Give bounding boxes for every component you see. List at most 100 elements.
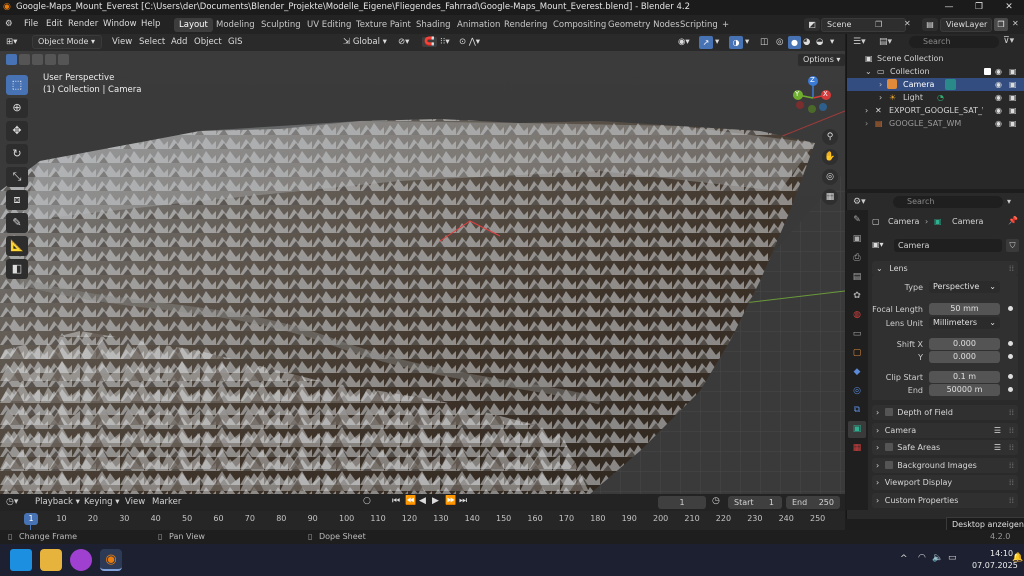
outliner-display-mode-icon[interactable]: ▤▾ bbox=[879, 37, 892, 47]
texture-tab-icon[interactable]: ▦ bbox=[848, 440, 866, 457]
xray-toggle-icon[interactable]: ◫ bbox=[760, 37, 768, 47]
shading-wireframe-icon[interactable]: ◎ bbox=[776, 37, 783, 47]
outliner-row-light[interactable]: › ☀ Light ◔ ◉ ▣ bbox=[847, 91, 1024, 104]
outliner-row-export[interactable]: › ✕ EXPORT_GOOGLE_SAT_W ◉ ▣ bbox=[847, 104, 1024, 117]
navigation-gizmo[interactable]: Z X Y bbox=[790, 75, 836, 121]
shift-y-field[interactable]: 0.000 bbox=[929, 351, 1000, 363]
prev-keyframe-icon[interactable]: ⏪ bbox=[405, 496, 416, 506]
expand-arrow-icon[interactable]: ⌄ bbox=[865, 65, 872, 78]
lens-unit-dropdown[interactable]: Millimeters ⌄ bbox=[929, 317, 1000, 329]
view-layer-tab-icon[interactable]: ▤ bbox=[848, 269, 866, 286]
select-intersect-icon[interactable] bbox=[58, 54, 69, 65]
visibility-eye-icon[interactable]: ◉ bbox=[995, 78, 1002, 91]
properties-options-icon[interactable]: ▾ bbox=[1007, 197, 1011, 206]
windows-start-icon[interactable] bbox=[10, 549, 32, 571]
depth-of-field-panel[interactable]: › Depth of Field ⁞⁞ bbox=[872, 405, 1018, 420]
wifi-icon[interactable]: ◠ bbox=[918, 553, 926, 563]
gizmo-toggle-icon[interactable]: ↗ bbox=[699, 36, 713, 49]
menu-window[interactable]: Window bbox=[103, 19, 137, 29]
collection-tab-icon[interactable]: ▭ bbox=[848, 326, 866, 343]
pin-icon[interactable]: 📌 bbox=[1008, 216, 1018, 225]
rotate-icon[interactable]: ↻ bbox=[6, 144, 28, 164]
menu-add[interactable]: Add bbox=[171, 37, 187, 47]
render-tab-icon[interactable]: ▣ bbox=[848, 231, 866, 248]
exclude-checkbox[interactable] bbox=[984, 68, 991, 75]
world-tab-icon[interactable]: ◍ bbox=[848, 307, 866, 324]
tab-rendering[interactable]: Rendering bbox=[499, 18, 552, 32]
shift-x-field[interactable]: 0.000 bbox=[929, 338, 1000, 350]
jump-start-icon[interactable]: ⏮ bbox=[392, 496, 400, 506]
outliner-row-google[interactable]: › ▤ GOOGLE_SAT_WM ◉ ▣ bbox=[847, 117, 1024, 130]
constraint-tab-icon[interactable]: ⧉ bbox=[848, 402, 866, 419]
physics-tab-icon[interactable]: ◎ bbox=[848, 383, 866, 400]
tab-geometry-nodes[interactable]: Geometry Nodes bbox=[603, 18, 685, 32]
panel-drag-icon[interactable]: ⁞⁞ bbox=[1009, 261, 1014, 276]
move-icon[interactable]: ✥ bbox=[6, 121, 28, 141]
next-keyframe-icon[interactable]: ⏩ bbox=[445, 496, 456, 506]
light-data-icon[interactable]: ◔ bbox=[937, 91, 944, 104]
expand-arrow-icon[interactable]: › bbox=[879, 91, 882, 104]
viewport-display-panel[interactable]: › Viewport Display ⁞⁞ bbox=[872, 475, 1018, 490]
annotate-icon[interactable]: ✎ bbox=[6, 213, 28, 233]
add-cube-icon[interactable]: ◧ bbox=[6, 259, 28, 279]
presets-list-icon[interactable]: ☰ bbox=[994, 440, 1001, 455]
panel-checkbox[interactable] bbox=[884, 408, 893, 416]
viewlayer-field[interactable]: ViewLayer bbox=[940, 18, 992, 32]
datablock-name-field[interactable]: Camera bbox=[894, 239, 1002, 252]
visibility-eye-icon[interactable]: ◉ bbox=[995, 91, 1002, 104]
menu-help[interactable]: Help bbox=[141, 19, 160, 29]
new-scene-icon[interactable]: ❐ bbox=[875, 20, 882, 29]
clock-time[interactable]: 14:10 bbox=[990, 549, 1013, 558]
play-reverse-icon[interactable]: ◀ bbox=[419, 496, 426, 506]
properties-editor-icon[interactable]: ⚙▾ bbox=[853, 197, 866, 207]
tab-modeling[interactable]: Modeling bbox=[211, 18, 260, 32]
end-frame-field[interactable]: End 250 bbox=[786, 496, 840, 509]
select-invert-icon[interactable] bbox=[45, 54, 56, 65]
snap-target-icon[interactable]: ⁝⁝▾ bbox=[440, 37, 450, 47]
outliner-row-camera[interactable]: › Camera ◉ ▣ bbox=[847, 78, 1024, 91]
focal-length-field[interactable]: 50 mm bbox=[929, 303, 1000, 315]
add-workspace-button[interactable]: + bbox=[717, 18, 734, 32]
tray-overflow-icon[interactable]: ^ bbox=[900, 554, 908, 564]
render-camera-icon[interactable]: ▣ bbox=[1009, 65, 1017, 78]
menu-object[interactable]: Object bbox=[194, 37, 222, 47]
current-frame-indicator[interactable]: 1 bbox=[24, 513, 38, 525]
proportional-edit-icon[interactable]: ⊙ ⋀▾ bbox=[459, 37, 480, 47]
camera-view-icon[interactable]: ◎ bbox=[822, 169, 838, 185]
panel-checkbox[interactable] bbox=[884, 443, 893, 451]
menu-render[interactable]: Render bbox=[68, 19, 98, 29]
select-box-icon[interactable]: ⬚ bbox=[6, 75, 28, 95]
viewlayer-icon[interactable]: ▤ bbox=[922, 18, 938, 31]
menu-view-timeline[interactable]: View bbox=[125, 497, 145, 507]
editor-type-icon[interactable]: ⊞▾ bbox=[6, 37, 17, 47]
blender-menu-icon[interactable]: ⚙ bbox=[5, 19, 13, 29]
visibility-eye-icon[interactable]: ◉ bbox=[995, 65, 1002, 78]
expand-arrow-icon[interactable]: › bbox=[865, 117, 868, 130]
jump-end-icon[interactable]: ⏭ bbox=[459, 496, 467, 506]
start-frame-field[interactable]: Start 1 bbox=[728, 496, 782, 509]
menu-edit[interactable]: Edit bbox=[46, 19, 62, 29]
select-new-icon[interactable] bbox=[6, 54, 17, 65]
scene-tab-icon[interactable]: ✿ bbox=[848, 288, 866, 305]
ortho-toggle-icon[interactable]: ▦ bbox=[822, 189, 838, 205]
delete-viewlayer-icon[interactable]: ✕ bbox=[1012, 19, 1019, 28]
safe-areas-panel[interactable]: › Safe Areas ☰ ⁞⁞ bbox=[872, 440, 1018, 455]
visibility-eye-icon[interactable]: ◉ bbox=[995, 117, 1002, 130]
type-dropdown[interactable]: Perspective ⌄ bbox=[929, 281, 1000, 293]
expand-arrow-icon[interactable]: › bbox=[879, 78, 882, 91]
panel-drag-icon[interactable]: ⁞⁞ bbox=[1009, 493, 1014, 508]
lens-panel-header[interactable]: ⌄ Lens ⁞⁞ bbox=[872, 261, 1018, 276]
snap-icon[interactable]: 🧲 bbox=[422, 37, 437, 47]
transform-orientation-dropdown[interactable]: ⇲ Global ▾ bbox=[343, 37, 387, 47]
delete-scene-icon[interactable]: ✕ bbox=[904, 19, 911, 28]
render-camera-icon[interactable]: ▣ bbox=[1009, 117, 1017, 130]
outliner-row-collection[interactable]: ⌄ ▭ Collection ◉ ▣ bbox=[847, 65, 1024, 78]
render-camera-icon[interactable]: ▣ bbox=[1009, 91, 1017, 104]
tab-layout[interactable]: Layout bbox=[174, 18, 213, 32]
keyframe-dot-icon[interactable] bbox=[1008, 341, 1013, 346]
current-frame-field[interactable]: 1 bbox=[658, 496, 706, 509]
volume-icon[interactable]: 🔈 bbox=[932, 553, 943, 563]
tab-scripting[interactable]: Scripting bbox=[675, 18, 723, 32]
camera-data-icon[interactable] bbox=[945, 79, 956, 90]
tab-texture-paint[interactable]: Texture Paint bbox=[351, 18, 416, 32]
